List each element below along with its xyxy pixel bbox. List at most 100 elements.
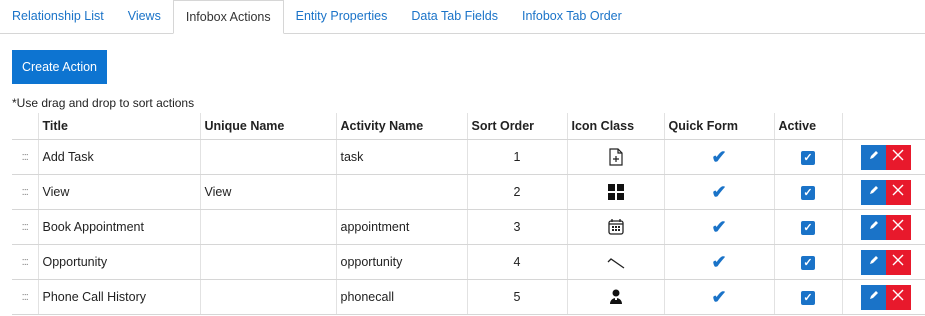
tab-relationship-list[interactable]: Relationship List [0,0,116,33]
cell-icon-class [566,139,664,175]
cell-sort-order: 1 [466,139,567,175]
close-icon [892,184,904,195]
cell-quick-form: ✔ [663,139,774,175]
cell-unique-name: View [199,174,336,210]
table-row[interactable]: ::: Add Task task 1 ✔ ✓ [12,139,925,175]
cell-icon-class [566,209,664,245]
column-header-title[interactable]: Title [37,113,200,140]
table-header: Title Unique Name Activity Name Sort Ord… [12,113,925,140]
active-checkbox[interactable]: ✓ [801,220,815,235]
column-header-sort-order[interactable]: Sort Order [466,113,567,140]
checkmark-icon: ✔ [711,216,727,237]
pencil-icon [869,290,878,299]
tab-infobox-tab-order[interactable]: Infobox Tab Order [510,0,634,33]
cell-unique-name [199,139,336,175]
cell-icon-class [566,174,664,210]
close-icon [892,149,904,160]
drag-column-header [12,113,38,140]
drag-handle[interactable]: ::: [12,174,38,210]
table-row[interactable]: ::: Book Appointment appointment 3 ✔ ✓ [12,209,925,245]
actions-column-header [841,113,925,140]
cell-title: View [37,174,200,210]
phone-user-icon [609,289,623,304]
task-document-icon [608,148,624,166]
cell-title: Add Task [37,139,200,175]
column-header-active[interactable]: Active [773,113,842,140]
cell-icon-class [566,279,664,315]
cell-active: ✓ [773,279,842,315]
cell-sort-order: 2 [466,174,567,210]
pencil-icon [869,150,878,159]
trend-line-icon [607,255,625,269]
cell-unique-name [199,209,336,245]
cell-unique-name [199,279,336,315]
edit-button[interactable] [860,179,886,205]
drag-handle[interactable]: ::: [12,279,38,315]
checkmark-icon: ✔ [711,146,727,167]
column-header-quick-form[interactable]: Quick Form [663,113,774,140]
active-checkbox[interactable]: ✓ [801,185,815,200]
cell-activity-name: task [335,139,467,175]
table-row[interactable]: ::: View View 2 ✔ ✓ [12,174,925,210]
calendar-icon [607,219,624,235]
cell-quick-form: ✔ [663,244,774,280]
table-row[interactable]: ::: Phone Call History phonecall 5 ✔ ✓ [12,279,925,315]
cell-actions [841,209,925,245]
cell-active: ✓ [773,244,842,280]
tab-infobox-actions[interactable]: Infobox Actions [172,0,284,34]
close-icon [892,219,904,230]
cell-title: Book Appointment [37,209,200,245]
checkmark-icon: ✔ [711,286,727,307]
cell-sort-order: 4 [466,244,567,280]
edit-button[interactable] [860,144,886,170]
cell-quick-form: ✔ [663,174,774,210]
column-header-activity-name[interactable]: Activity Name [335,113,467,140]
cell-actions [841,174,925,210]
active-checkbox[interactable]: ✓ [801,290,815,305]
delete-button[interactable] [885,214,911,240]
drag-handle[interactable]: ::: [12,139,38,175]
cell-sort-order: 3 [466,209,567,245]
delete-button[interactable] [885,144,911,170]
edit-button[interactable] [860,284,886,310]
column-header-unique-name[interactable]: Unique Name [199,113,336,140]
cell-title: Phone Call History [37,279,200,315]
active-checkbox[interactable]: ✓ [801,150,815,165]
cell-activity-name [335,174,467,210]
table-row[interactable]: ::: Opportunity opportunity 4 ✔ ✓ [12,244,925,280]
cell-unique-name [199,244,336,280]
close-icon [892,289,904,300]
tab-views[interactable]: Views [116,0,173,33]
drag-handle[interactable]: ::: [12,244,38,280]
grid-tiles-icon [607,184,624,200]
edit-button[interactable] [860,249,886,275]
edit-button[interactable] [860,214,886,240]
sort-instructions: *Use drag and drop to sort actions [12,96,195,110]
delete-button[interactable] [885,249,911,275]
cell-active: ✓ [773,139,842,175]
cell-icon-class [566,244,664,280]
actions-table: Title Unique Name Activity Name Sort Ord… [12,113,925,315]
cell-actions [841,279,925,315]
checkmark-icon: ✔ [711,181,727,202]
cell-title: Opportunity [37,244,200,280]
cell-actions [841,139,925,175]
cell-actions [841,244,925,280]
pencil-icon [869,255,878,264]
cell-activity-name: phonecall [335,279,467,315]
active-checkbox[interactable]: ✓ [801,255,815,270]
cell-activity-name: appointment [335,209,467,245]
tab-data-tab-fields[interactable]: Data Tab Fields [399,0,510,33]
cell-activity-name: opportunity [335,244,467,280]
delete-button[interactable] [885,179,911,205]
tab-entity-properties[interactable]: Entity Properties [284,0,400,33]
column-header-icon-class[interactable]: Icon Class [566,113,664,140]
cell-active: ✓ [773,174,842,210]
checkmark-icon: ✔ [711,251,727,272]
cell-quick-form: ✔ [663,209,774,245]
drag-handle[interactable]: ::: [12,209,38,245]
pencil-icon [869,185,878,194]
delete-button[interactable] [885,284,911,310]
cell-active: ✓ [773,209,842,245]
create-action-button[interactable]: Create Action [12,50,107,84]
